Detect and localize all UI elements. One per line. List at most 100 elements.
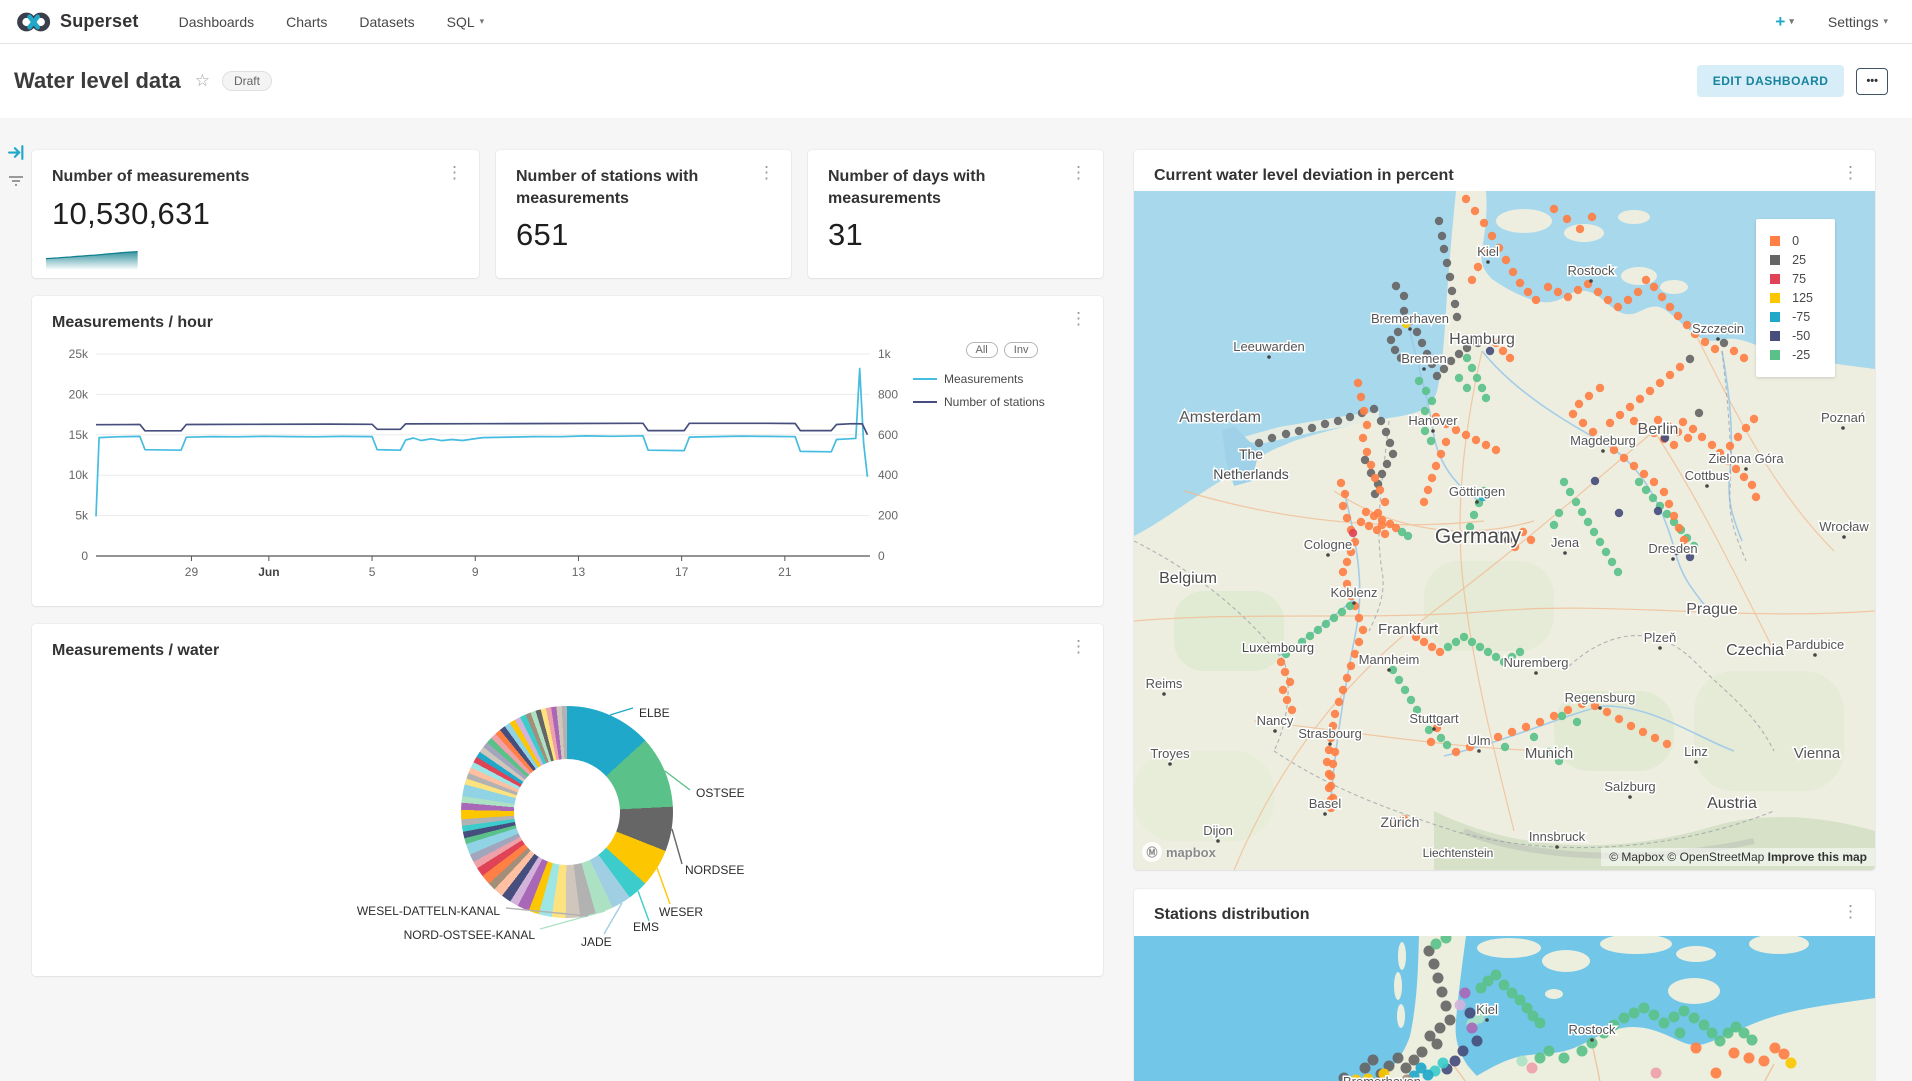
donut-chart[interactable] bbox=[461, 706, 673, 918]
chart-title: Number of measurements bbox=[52, 166, 459, 188]
svg-text:Troyes: Troyes bbox=[1150, 746, 1190, 761]
svg-text:Szczecin: Szczecin bbox=[1692, 321, 1744, 336]
nav-dashboards[interactable]: Dashboards bbox=[179, 14, 255, 30]
measurements-hour-chart-card: ⋮ Measurements / hour 005k20010k40015k60… bbox=[32, 296, 1103, 606]
filter-icon[interactable] bbox=[7, 173, 25, 189]
donut-slice-label: ELBE bbox=[639, 706, 670, 720]
legend-label: Measurements bbox=[944, 372, 1023, 386]
legend-value-label: -75 bbox=[1792, 310, 1810, 324]
deviation-map[interactable]: GermanyBelgiumCzechiaAustriaTheNetherlan… bbox=[1134, 191, 1875, 870]
map-legend-item[interactable]: 75 bbox=[1770, 272, 1813, 286]
chevron-down-icon: ▾ bbox=[1883, 16, 1888, 27]
svg-text:0: 0 bbox=[878, 549, 885, 563]
svg-text:Prague: Prague bbox=[1686, 601, 1738, 618]
svg-text:The: The bbox=[1239, 446, 1263, 462]
chart-menu-icon[interactable]: ⋮ bbox=[754, 162, 779, 183]
svg-text:Czechia: Czechia bbox=[1726, 642, 1784, 659]
map-legend-item[interactable]: -25 bbox=[1770, 348, 1813, 362]
svg-text:200: 200 bbox=[878, 509, 898, 523]
improve-map-link[interactable]: Improve this map bbox=[1768, 850, 1867, 864]
chart-menu-icon[interactable]: ⋮ bbox=[1066, 308, 1091, 329]
favorite-star-icon[interactable]: ☆ bbox=[195, 71, 210, 91]
legend-line-swatch bbox=[913, 401, 937, 403]
svg-text:Bremen: Bremen bbox=[1401, 351, 1447, 366]
plus-icon: + bbox=[1775, 12, 1785, 32]
svg-text:9: 9 bbox=[472, 565, 479, 579]
stations-map[interactable]: KielRostockBremerhaven bbox=[1134, 936, 1875, 1081]
svg-text:25k: 25k bbox=[69, 347, 89, 361]
svg-text:Berlin: Berlin bbox=[1638, 421, 1679, 438]
brand-name: Superset bbox=[60, 11, 139, 32]
big-number-value: 651 bbox=[516, 217, 771, 253]
map-legend-item[interactable]: -50 bbox=[1770, 329, 1813, 343]
svg-text:Frankfurt: Frankfurt bbox=[1378, 621, 1439, 638]
svg-text:21: 21 bbox=[778, 565, 792, 579]
svg-text:Nancy: Nancy bbox=[1257, 713, 1294, 728]
svg-text:400: 400 bbox=[878, 468, 898, 482]
svg-text:Kiel: Kiel bbox=[1476, 1002, 1498, 1017]
chart-menu-icon[interactable]: ⋮ bbox=[1066, 162, 1091, 183]
dashboard-header: Water level data ☆ Draft EDIT DASHBOARD … bbox=[0, 44, 1912, 118]
legend-label: Number of stations bbox=[944, 395, 1045, 409]
legend-item-number-of-stations[interactable]: Number of stations bbox=[913, 395, 1091, 409]
expand-filter-bar-icon[interactable] bbox=[8, 144, 25, 161]
svg-text:Zürich: Zürich bbox=[1381, 814, 1420, 830]
navbar: Superset Dashboards Charts Datasets SQL … bbox=[0, 0, 1912, 44]
donut-slice-label: EMS bbox=[633, 920, 659, 934]
map-legend-item[interactable]: -75 bbox=[1770, 310, 1813, 324]
svg-text:Netherlands: Netherlands bbox=[1213, 466, 1289, 482]
chevron-down-icon: ▾ bbox=[1789, 16, 1794, 27]
donut-hole bbox=[514, 759, 620, 865]
svg-text:Hamburg: Hamburg bbox=[1449, 331, 1515, 348]
donut-slice-label: WESEL-DATTELN-KANAL bbox=[357, 904, 500, 918]
chart-menu-icon[interactable]: ⋮ bbox=[1838, 162, 1863, 183]
svg-text:Magdeburg: Magdeburg bbox=[1570, 433, 1636, 448]
edit-dashboard-button[interactable]: EDIT DASHBOARD bbox=[1697, 65, 1845, 97]
svg-text:5: 5 bbox=[369, 565, 376, 579]
legend-swatch bbox=[1770, 255, 1780, 265]
map-legend-item[interactable]: 125 bbox=[1770, 291, 1813, 305]
svg-text:Jun: Jun bbox=[258, 565, 279, 579]
svg-text:Ulm: Ulm bbox=[1467, 733, 1490, 748]
settings-label: Settings bbox=[1828, 14, 1879, 30]
map-canvas: KielRostockBremerhaven bbox=[1134, 936, 1875, 1081]
svg-text:29: 29 bbox=[185, 565, 199, 579]
settings-menu[interactable]: Settings ▾ bbox=[1828, 14, 1888, 30]
chart-menu-icon[interactable]: ⋮ bbox=[442, 162, 467, 183]
nav-sql[interactable]: SQL ▾ bbox=[447, 14, 485, 30]
donut-slice-label: OSTSEE bbox=[696, 786, 745, 800]
superset-logo[interactable]: Superset bbox=[16, 11, 139, 33]
chart-title: Number of days with measurements bbox=[828, 166, 1083, 209]
svg-text:1k: 1k bbox=[878, 347, 892, 361]
donut-slice-label: JADE bbox=[581, 935, 612, 949]
map-legend-item[interactable]: 0 bbox=[1770, 234, 1813, 248]
chart-menu-icon[interactable]: ⋮ bbox=[1838, 901, 1863, 922]
chart-title: Measurements / hour bbox=[52, 312, 1083, 334]
legend-inv-button[interactable]: Inv bbox=[1004, 342, 1039, 358]
legend-all-button[interactable]: All bbox=[966, 342, 998, 358]
svg-text:0: 0 bbox=[81, 549, 88, 563]
svg-text:Koblenz: Koblenz bbox=[1331, 585, 1378, 600]
infinity-logo-icon bbox=[16, 11, 52, 33]
svg-text:Cottbus: Cottbus bbox=[1685, 468, 1730, 483]
legend-item-measurements[interactable]: Measurements bbox=[913, 372, 1091, 386]
legend-line-swatch bbox=[913, 378, 937, 380]
chart-title: Stations distribution bbox=[1134, 889, 1875, 936]
mapbox-logo[interactable]: Ⓜ mapbox bbox=[1142, 842, 1216, 862]
svg-text:Wrocław: Wrocław bbox=[1819, 519, 1869, 534]
dashboard-more-button[interactable]: ••• bbox=[1856, 68, 1888, 95]
svg-text:Linz: Linz bbox=[1684, 744, 1708, 759]
svg-text:Pardubice: Pardubice bbox=[1786, 637, 1845, 652]
svg-text:Leeuwarden: Leeuwarden bbox=[1233, 339, 1305, 354]
svg-text:Belgium: Belgium bbox=[1159, 570, 1217, 587]
map-legend-item[interactable]: 25 bbox=[1770, 253, 1813, 267]
svg-text:Plzeň: Plzeň bbox=[1644, 630, 1677, 645]
nav-charts[interactable]: Charts bbox=[286, 14, 327, 30]
add-button[interactable]: + ▾ bbox=[1775, 12, 1793, 32]
nav-datasets[interactable]: Datasets bbox=[359, 14, 414, 30]
deviation-map-card: ⋮ Current water level deviation in perce… bbox=[1134, 150, 1875, 870]
svg-text:Regensburg: Regensburg bbox=[1565, 690, 1636, 705]
svg-text:13: 13 bbox=[572, 565, 586, 579]
chart-title: Number of stations with measurements bbox=[516, 166, 771, 209]
svg-text:Hanover: Hanover bbox=[1408, 413, 1458, 428]
